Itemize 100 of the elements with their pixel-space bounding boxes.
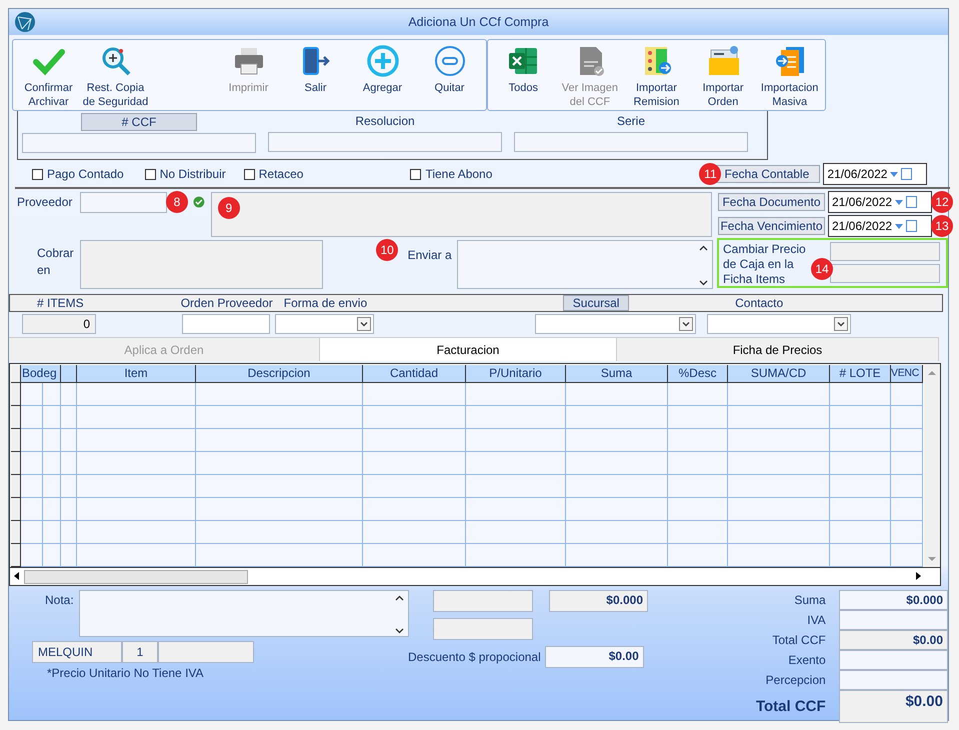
table-cell[interactable] — [891, 452, 923, 475]
date-picker[interactable]: 21/06/2022 — [828, 191, 932, 213]
table-cell[interactable] — [891, 383, 923, 406]
table-cell[interactable] — [728, 521, 830, 544]
text-area[interactable] — [456, 240, 713, 289]
table-cell[interactable] — [363, 452, 466, 475]
table-cell[interactable] — [61, 429, 77, 452]
table-cell[interactable] — [466, 521, 566, 544]
table-cell[interactable] — [61, 452, 77, 475]
input-field[interactable] — [830, 242, 940, 261]
column-header[interactable]: SUMA/CD — [728, 365, 830, 383]
date-label-button[interactable]: Fecha Documento — [718, 193, 825, 211]
table-cell[interactable] — [891, 498, 923, 521]
table-cell[interactable] — [21, 429, 43, 452]
note-field[interactable] — [78, 590, 409, 637]
toolbar-button[interactable]: Importar Remision — [623, 44, 690, 110]
checkbox-option[interactable]: No Distribuir — [144, 167, 226, 181]
table-cell[interactable] — [196, 452, 363, 475]
table-cell[interactable] — [566, 383, 668, 406]
toolbar-button[interactable]: Agregar — [349, 44, 416, 110]
table-cell[interactable] — [891, 544, 923, 567]
row-header[interactable] — [11, 452, 21, 475]
table-cell[interactable] — [196, 498, 363, 521]
checkbox[interactable] — [410, 168, 422, 180]
table-cell[interactable] — [566, 498, 668, 521]
table-cell[interactable] — [891, 429, 923, 452]
table-cell[interactable] — [77, 498, 196, 521]
checkbox[interactable] — [32, 168, 43, 180]
table-cell[interactable] — [21, 406, 43, 429]
table-cell[interactable] — [61, 498, 77, 521]
checkbox-option[interactable]: Retaceo — [244, 167, 304, 181]
table-cell[interactable] — [830, 383, 891, 406]
table-cell[interactable] — [891, 475, 923, 498]
table-cell[interactable] — [196, 544, 363, 567]
table-cell[interactable] — [363, 498, 466, 521]
table-cell[interactable] — [668, 406, 728, 429]
table-cell[interactable] — [363, 544, 466, 567]
date-label-button[interactable]: Fecha Vencimiento — [718, 217, 825, 235]
table-cell[interactable] — [21, 475, 43, 498]
table-cell[interactable] — [668, 544, 728, 567]
checkbox-option[interactable]: Pago Contado — [32, 167, 124, 181]
table-cell[interactable] — [77, 544, 196, 567]
table-cell[interactable] — [43, 406, 61, 429]
table-cell[interactable] — [77, 406, 196, 429]
table-cell[interactable] — [77, 521, 196, 544]
table-cell[interactable] — [668, 475, 728, 498]
table-cell[interactable] — [21, 521, 43, 544]
table-cell[interactable] — [77, 429, 196, 452]
table-cell[interactable] — [891, 521, 923, 544]
table-cell[interactable] — [196, 383, 363, 406]
dropdown[interactable] — [275, 314, 374, 334]
table-cell[interactable] — [668, 498, 728, 521]
table-cell[interactable] — [61, 383, 77, 406]
checkbox-option[interactable]: Tiene Abono — [410, 167, 492, 181]
toolbar-button[interactable]: Importar Orden — [690, 44, 756, 110]
toolbar-button[interactable]: Salir — [282, 44, 349, 110]
table-cell[interactable] — [466, 475, 566, 498]
input-field[interactable] — [22, 133, 256, 153]
table-cell[interactable] — [830, 521, 891, 544]
table-cell[interactable] — [21, 383, 43, 406]
input-field[interactable] — [514, 132, 748, 152]
table-cell[interactable] — [466, 452, 566, 475]
table-cell[interactable] — [43, 544, 61, 567]
table-cell[interactable] — [728, 475, 830, 498]
table-cell[interactable] — [566, 452, 668, 475]
table-cell[interactable] — [21, 498, 43, 521]
row-header[interactable] — [11, 498, 21, 521]
table-cell[interactable] — [363, 406, 466, 429]
column-header[interactable]: Cantidad — [363, 365, 466, 383]
table-cell[interactable] — [466, 383, 566, 406]
toolbar-button[interactable]: Quitar — [416, 44, 483, 110]
table-cell[interactable] — [466, 406, 566, 429]
row-header[interactable] — [11, 383, 21, 406]
table-cell[interactable] — [728, 452, 830, 475]
table-cell[interactable] — [363, 383, 466, 406]
date-picker[interactable]: 21/06/2022 — [823, 163, 928, 185]
column-header[interactable]: P/Unitario — [466, 365, 566, 383]
horizontal-scrollbar[interactable] — [10, 567, 940, 585]
row-header[interactable] — [11, 544, 21, 567]
table-cell[interactable] — [43, 498, 61, 521]
table-cell[interactable] — [728, 498, 830, 521]
table-cell[interactable] — [61, 406, 77, 429]
table-cell[interactable] — [830, 429, 891, 452]
table-cell[interactable] — [668, 383, 728, 406]
table-cell[interactable] — [43, 383, 61, 406]
row-header[interactable] — [11, 406, 21, 429]
table-cell[interactable] — [61, 521, 77, 544]
table-cell[interactable] — [196, 521, 363, 544]
table-cell[interactable] — [728, 383, 830, 406]
table-cell[interactable] — [196, 475, 363, 498]
table-cell[interactable] — [196, 406, 363, 429]
dropdown[interactable] — [535, 314, 696, 334]
row-header[interactable] — [11, 429, 21, 452]
table-cell[interactable] — [61, 544, 77, 567]
table-cell[interactable] — [43, 521, 61, 544]
table-cell[interactable] — [566, 475, 668, 498]
column-header[interactable]: # LOTE — [830, 365, 891, 383]
toolbar-button[interactable]: Todos — [490, 44, 557, 110]
table-cell[interactable] — [466, 429, 566, 452]
table-cell[interactable] — [728, 429, 830, 452]
